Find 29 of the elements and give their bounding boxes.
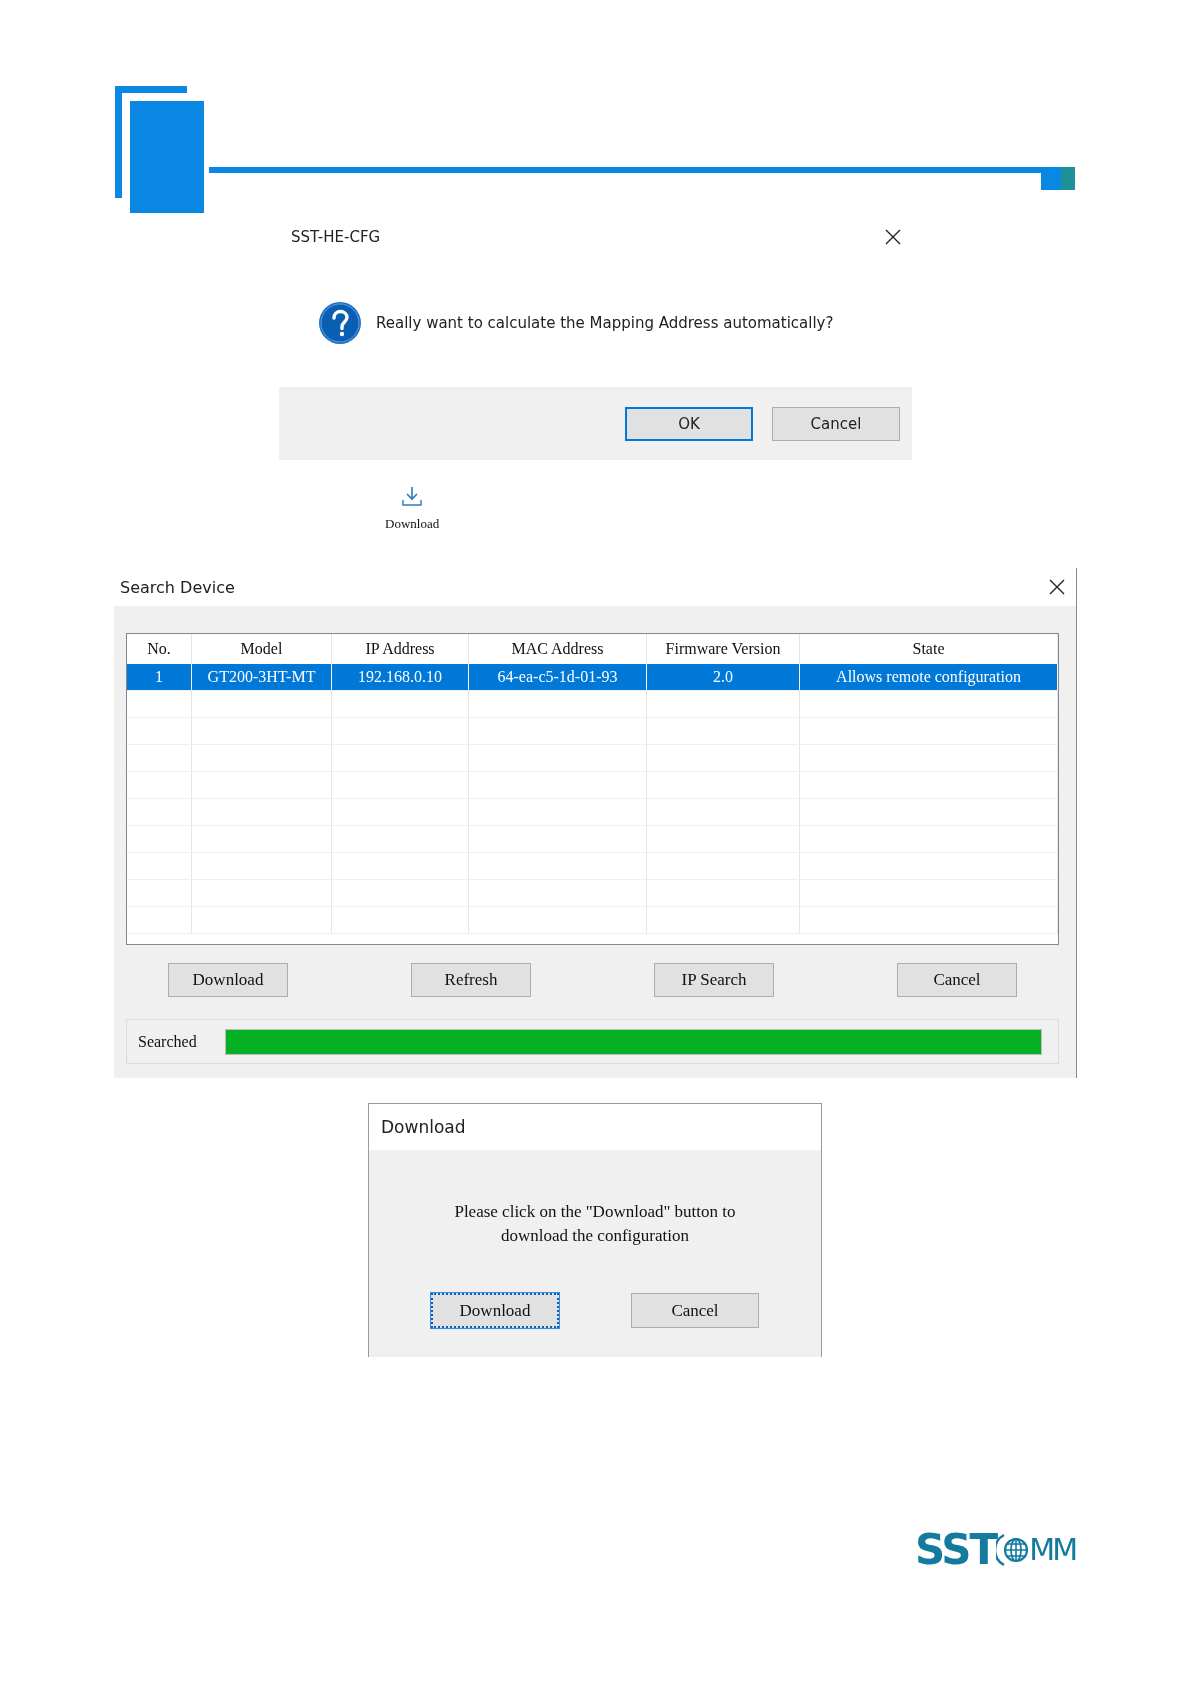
download-icon: [402, 486, 423, 506]
cancel-button[interactable]: Cancel: [772, 406, 900, 441]
close-icon[interactable]: [1048, 578, 1066, 596]
dialog-button[interactable]: IP Search: [654, 963, 774, 997]
dialog-button[interactable]: Cancel: [897, 963, 1017, 997]
dialog-button[interactable]: Refresh: [411, 963, 531, 997]
globe-icon: [996, 1531, 1030, 1569]
table-cell: 64-ea-c5-1d-01-93: [468, 664, 647, 691]
table-cell: 2.0: [646, 664, 800, 691]
download-toolbar-button[interactable]: Download: [385, 486, 440, 532]
ok-button[interactable]: OK: [625, 406, 753, 441]
dialog-message: Please click on the "Download" button to download the configuration: [453, 1201, 737, 1247]
table-cell: 192.168.0.10: [331, 664, 469, 691]
dialog-title: Download: [381, 1117, 466, 1137]
dialog-button[interactable]: Download: [168, 963, 288, 997]
table-cell: 1: [127, 664, 192, 691]
dialog-title: Search Device: [120, 577, 235, 597]
dialog-button[interactable]: Cancel: [631, 1293, 759, 1328]
table-row[interactable]: 1 GT200-3HT-MT 192.168.0.10 64-ea-c5-1d-01-93 2.0 Allows remote configuration: [127, 664, 1058, 691]
logo-text: MM: [1029, 1531, 1076, 1569]
close-icon[interactable]: [884, 228, 902, 246]
question-icon: [318, 301, 362, 345]
logo-text: SST: [915, 1527, 997, 1573]
table-cell: GT200-3HT-MT: [191, 664, 332, 691]
dialog-message: Really want to calculate the Mapping Address automatically?: [376, 314, 834, 332]
dialog-button[interactable]: Download: [431, 1293, 559, 1328]
dialog-title: SST-HE-CFG: [291, 228, 381, 246]
table-cell: Allows remote configuration: [799, 664, 1058, 691]
progress-label: Searched: [138, 1032, 197, 1051]
